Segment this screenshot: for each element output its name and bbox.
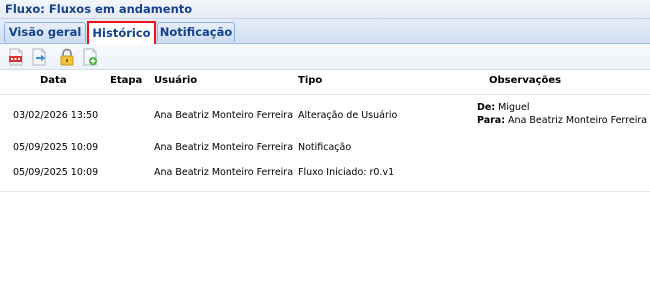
tab-strip: Visão geral Histórico Notificação <box>0 19 650 46</box>
table-row[interactable]: 03/02/2026 13:50 Ana Beatriz Monteiro Fe… <box>0 98 650 132</box>
column-header-etapa[interactable]: Etapa <box>110 75 142 86</box>
cell-data: 05/09/2025 10:09 <box>13 167 99 178</box>
cell-tipo: Notificação <box>298 142 352 153</box>
cell-data: 03/02/2026 13:50 <box>13 110 99 121</box>
cell-data: 05/09/2025 10:09 <box>13 142 99 153</box>
cell-usuario: Ana Beatriz Monteiro Ferreira <box>154 167 294 178</box>
observacao-de-value: Miguel <box>498 102 530 113</box>
tab-visao-geral[interactable]: Visão geral <box>4 22 86 42</box>
table-header: Data Etapa Usuário Tipo Observações <box>0 70 650 95</box>
pdf-icon[interactable] <box>7 48 25 66</box>
export-icon[interactable] <box>30 48 48 66</box>
observacao-para: Para: Ana Beatriz Monteiro Ferreira <box>477 115 647 126</box>
column-header-usuario[interactable]: Usuário <box>154 75 197 86</box>
cell-usuario: Ana Beatriz Monteiro Ferreira <box>154 142 294 153</box>
window-title: Fluxo: Fluxos em andamento <box>5 2 193 16</box>
table-row[interactable]: 05/09/2025 10:09 Ana Beatriz Monteiro Fe… <box>0 140 650 156</box>
lock-icon[interactable] <box>58 48 76 66</box>
column-header-data[interactable]: Data <box>40 75 67 86</box>
column-header-observacoes[interactable]: Observações <box>489 75 561 86</box>
cell-usuario: Ana Beatriz Monteiro Ferreira <box>154 110 294 121</box>
cell-tipo: Alteração de Usuário <box>298 110 398 121</box>
toolbar <box>0 44 650 70</box>
observacao-de: De: Miguel <box>477 102 530 113</box>
table-row[interactable]: 05/09/2025 10:09 Ana Beatriz Monteiro Fe… <box>0 165 650 181</box>
observacao-para-value: Ana Beatriz Monteiro Ferreira <box>508 115 648 126</box>
document-add-icon[interactable] <box>81 48 99 66</box>
observacao-de-label: De: <box>477 102 496 113</box>
table-bottom-divider <box>0 191 650 192</box>
column-header-tipo[interactable]: Tipo <box>298 75 322 86</box>
cell-tipo: Fluxo Iniciado: r0.v1 <box>298 167 395 178</box>
tab-notificacao[interactable]: Notificação <box>157 22 235 42</box>
title-bar: Fluxo: Fluxos em andamento <box>0 0 650 19</box>
observacao-para-label: Para: <box>477 115 506 126</box>
tab-historico[interactable]: Histórico <box>87 21 156 46</box>
